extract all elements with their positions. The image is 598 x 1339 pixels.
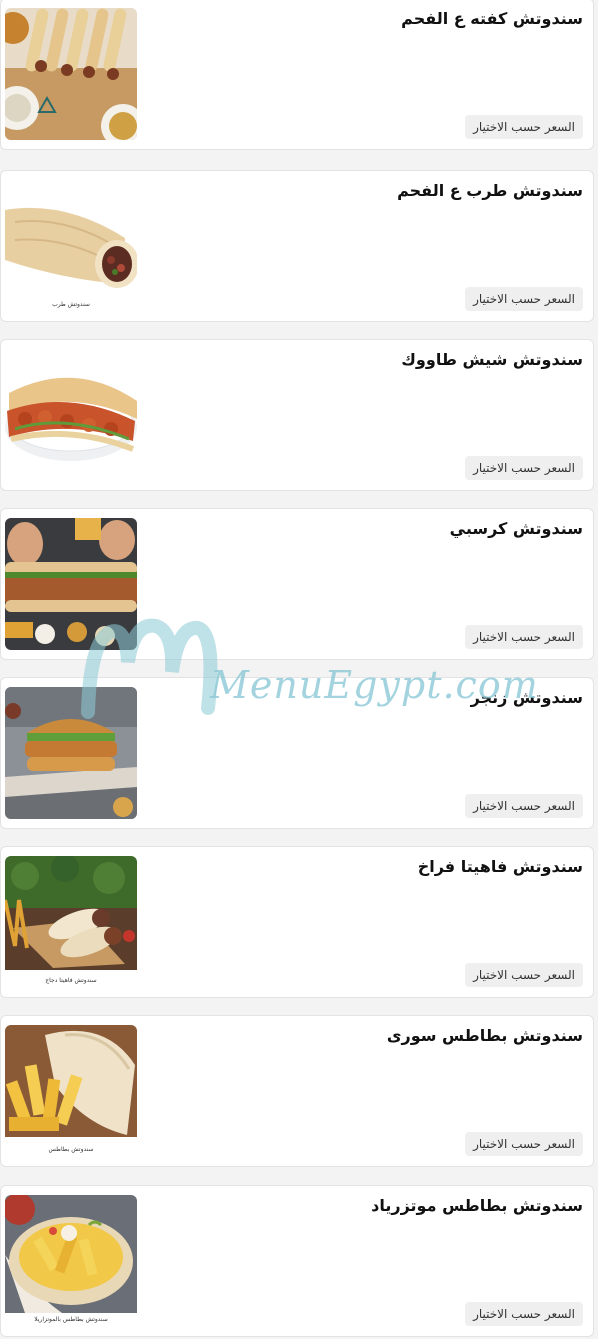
tarb-wrap-image <box>5 180 137 312</box>
image-caption: سندوتش بطاطس بالموتزاريلا <box>34 1316 108 1323</box>
menu-item-card[interactable]: سندوتش كرسبي السعر حسب الاختيار <box>0 508 594 660</box>
item-name[interactable]: سندوتش كرسبي <box>450 519 583 538</box>
menu-item-card[interactable]: سندوتش بطاطس بالموتزاريلا سندوتش بطاطس م… <box>0 1185 594 1337</box>
menu-item-card[interactable]: سندوتش كفته ع الفحم السعر حسب الاختيار <box>0 0 594 150</box>
shish-tawook-image <box>5 349 137 481</box>
menu-item-card[interactable]: سندوتش فاهيتا دجاج سندوتش فاهيتا فراخ ال… <box>0 846 594 998</box>
price-label[interactable]: السعر حسب الاختيار <box>465 1302 583 1326</box>
item-name[interactable]: سندوتش بطاطس سورى <box>387 1026 583 1045</box>
item-name[interactable]: سندوتش فاهيتا فراخ <box>418 857 583 876</box>
price-label[interactable]: السعر حسب الاختيار <box>465 1132 583 1156</box>
menu-item-card[interactable]: سندوتش شيش طاووك السعر حسب الاختيار <box>0 339 594 491</box>
chicken-fajita-image <box>5 856 137 988</box>
menu-item-card[interactable]: سندوتش طرب سندوتش طرب ع الفحم السعر حسب … <box>0 170 594 322</box>
item-name[interactable]: سندوتش بطاطس موتزرياد <box>371 1196 583 1215</box>
fries-mozzarella-image <box>5 1195 137 1327</box>
kofta-grill-image <box>5 8 137 140</box>
item-name[interactable]: سندوتش زنجر <box>471 688 583 707</box>
price-label[interactable]: السعر حسب الاختيار <box>465 287 583 311</box>
price-label[interactable]: السعر حسب الاختيار <box>465 625 583 649</box>
price-label[interactable]: السعر حسب الاختيار <box>465 456 583 480</box>
image-caption: سندوتش بطاطس <box>48 1146 94 1153</box>
syrian-fries-wrap-image <box>5 1025 137 1157</box>
image-caption: سندوتش فاهيتا دجاج <box>45 977 97 984</box>
menu-item-card[interactable]: سندوتش زنجر السعر حسب الاختيار <box>0 677 594 829</box>
item-name[interactable]: سندوتش طرب ع الفحم <box>397 181 583 200</box>
menu-item-card[interactable]: سندوتش بطاطس سندوتش بطاطس سورى السعر حسب… <box>0 1015 594 1167</box>
item-name[interactable]: سندوتش كفته ع الفحم <box>401 9 583 28</box>
price-label[interactable]: السعر حسب الاختيار <box>465 963 583 987</box>
zinger-burger-image <box>5 687 137 819</box>
price-label[interactable]: السعر حسب الاختيار <box>465 794 583 818</box>
crispy-sandwich-image <box>5 518 137 650</box>
item-name[interactable]: سندوتش شيش طاووك <box>401 350 583 369</box>
image-caption: سندوتش طرب <box>52 301 90 308</box>
price-label[interactable]: السعر حسب الاختيار <box>465 115 583 139</box>
